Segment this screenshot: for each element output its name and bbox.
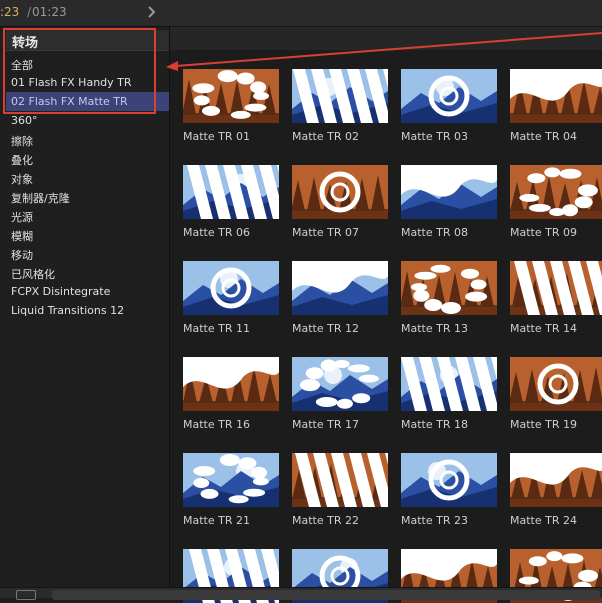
transition-thumbnail[interactable] [510, 261, 602, 315]
transition-label: Matte TR 22 [292, 514, 359, 527]
transitions-sidebar: 转场 全部 01 Flash FX Handy TR 02 Flash FX Mat… [0, 27, 170, 587]
transition-browser: Matte TR 01 Matte TR 02 Matte TR 03 Matte… [170, 50, 602, 603]
current-timecode: :23 [0, 5, 20, 19]
transition-label: Matte TR 13 [401, 322, 468, 335]
transition-label: Matte TR 23 [401, 514, 468, 527]
sidebar-item-label: 对象 [11, 173, 33, 186]
sidebar-item[interactable]: 叠化 [6, 149, 169, 168]
transition-thumbnail[interactable] [510, 357, 602, 411]
transition-thumbnail[interactable] [510, 69, 602, 123]
transition-thumbnail[interactable] [510, 165, 602, 219]
transition-thumbnail[interactable] [401, 261, 497, 315]
sidebar-item-label: 移动 [11, 249, 33, 262]
sidebar-item[interactable]: Liquid Transitions 12 [6, 301, 169, 320]
sidebar-item-label: FCPX Disintegrate [11, 285, 111, 298]
transition-thumbnail[interactable] [183, 357, 279, 411]
transition-label: Matte TR 08 [401, 226, 468, 239]
transition-thumbnail[interactable] [292, 165, 388, 219]
sidebar-item[interactable]: 360° [6, 111, 169, 130]
top-toolbar: :23 / 01:23 [0, 0, 602, 27]
transition-thumbnail[interactable] [401, 453, 497, 507]
transition-thumbnail[interactable] [183, 165, 279, 219]
transition-thumbnail[interactable] [292, 261, 388, 315]
transition-label: Matte TR 19 [510, 418, 577, 431]
total-duration: 01:23 [32, 5, 67, 19]
transition-thumbnail[interactable] [292, 453, 388, 507]
sidebar-item-label: 02 Flash FX Matte TR [11, 95, 128, 108]
bottom-bar [0, 587, 602, 600]
transition-thumbnail[interactable] [401, 69, 497, 123]
sidebar-title: 转场 [12, 36, 39, 51]
transition-label: Matte TR 14 [510, 322, 577, 335]
transition-thumbnail[interactable] [183, 261, 279, 315]
transition-label: Matte TR 03 [401, 130, 468, 143]
transition-label: Matte TR 18 [401, 418, 468, 431]
sidebar-item[interactable]: 复制器/克隆 [6, 187, 169, 206]
browser-header [170, 27, 602, 50]
sidebar-toggle-button[interactable] [16, 590, 36, 600]
sidebar-item-label: 复制器/克隆 [11, 192, 70, 205]
transition-label: Matte TR 06 [183, 226, 250, 239]
sidebar-header: 转场 [6, 30, 169, 51]
sidebar-item-label: 叠化 [11, 154, 33, 167]
sidebar-item[interactable]: 光源 [6, 206, 169, 225]
transition-label: Matte TR 07 [292, 226, 359, 239]
sidebar-item-label: 360° [11, 114, 38, 127]
search-field[interactable] [52, 590, 600, 600]
transition-label: Matte TR 17 [292, 418, 359, 431]
sidebar-item-label: 模糊 [11, 230, 33, 243]
sidebar-item-label: 01 Flash FX Handy TR [11, 76, 132, 89]
divider [6, 50, 169, 51]
transition-label: Matte TR 12 [292, 322, 359, 335]
sidebar-item[interactable]: 01 Flash FX Handy TR [6, 73, 169, 92]
sidebar-item[interactable]: 模糊 [6, 225, 169, 244]
sidebar-item[interactable]: 全部 [6, 54, 169, 73]
sidebar-item[interactable]: 擦除 [6, 130, 169, 149]
sidebar-item-label: 光源 [11, 211, 33, 224]
sidebar-item-label: Liquid Transitions 12 [11, 304, 125, 317]
transition-label: Matte TR 11 [183, 322, 250, 335]
transition-thumbnail[interactable] [292, 69, 388, 123]
chevron-right-icon[interactable] [146, 4, 158, 20]
transition-label: Matte TR 04 [510, 130, 577, 143]
transition-thumbnail[interactable] [401, 357, 497, 411]
sidebar-item[interactable]: 对象 [6, 168, 169, 187]
sidebar-item-label: 已风格化 [11, 268, 55, 281]
transition-thumbnail[interactable] [183, 453, 279, 507]
sidebar-item[interactable]: 02 Flash FX Matte TR [6, 92, 169, 111]
timecode-separator: / [27, 5, 32, 19]
transition-label: Matte TR 24 [510, 514, 577, 527]
transition-label: Matte TR 02 [292, 130, 359, 143]
transition-thumbnail[interactable] [401, 165, 497, 219]
transition-label: Matte TR 16 [183, 418, 250, 431]
sidebar-item[interactable]: FCPX Disintegrate [6, 282, 169, 301]
transition-label: Matte TR 09 [510, 226, 577, 239]
transition-thumbnail[interactable] [183, 69, 279, 123]
transition-label: Matte TR 21 [183, 514, 250, 527]
transition-thumbnail[interactable] [292, 357, 388, 411]
transition-thumbnail[interactable] [510, 453, 602, 507]
sidebar-item-label: 擦除 [11, 135, 33, 148]
transition-label: Matte TR 01 [183, 130, 250, 143]
sidebar-item-label: 全部 [11, 59, 33, 72]
sidebar-item[interactable]: 已风格化 [6, 263, 169, 282]
sidebar-item[interactable]: 移动 [6, 244, 169, 263]
